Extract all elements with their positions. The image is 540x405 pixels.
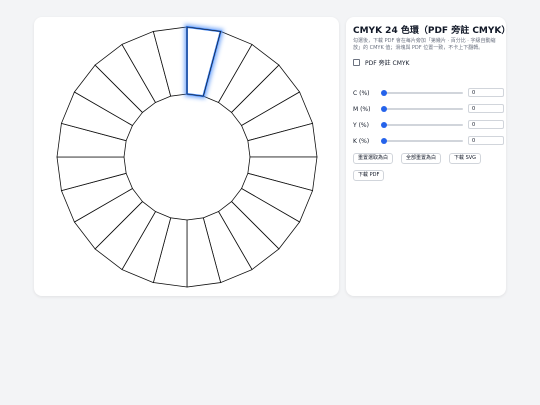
slider-row-m: M (%) bbox=[353, 104, 463, 114]
panel-description: 勾選後，下載 PDF 會在每片旁加「第幾片 · 百分比 · 字級自動縮放」的 C… bbox=[353, 38, 496, 51]
slider-m[interactable] bbox=[381, 106, 463, 112]
color-wheel-card bbox=[34, 17, 339, 296]
slider-label-m: M (%) bbox=[353, 105, 371, 113]
annotate-label: PDF 旁註 CMYK bbox=[365, 60, 410, 67]
slider-k[interactable] bbox=[381, 138, 463, 144]
input-k[interactable]: 0 bbox=[468, 136, 504, 145]
download-svg-button[interactable]: 下載 SVG bbox=[449, 153, 482, 164]
download-pdf-button[interactable]: 下載 PDF bbox=[353, 170, 385, 181]
slider-c[interactable] bbox=[381, 90, 463, 96]
slider-k-thumb[interactable] bbox=[381, 138, 387, 144]
slider-c-thumb[interactable] bbox=[381, 90, 387, 96]
reset-selected-button[interactable]: 重置選取為白 bbox=[353, 153, 394, 164]
input-m[interactable]: 0 bbox=[468, 104, 504, 113]
slider-label-k: K (%) bbox=[353, 137, 370, 145]
slider-m-thumb[interactable] bbox=[381, 106, 387, 112]
slider-row-c: C (%) bbox=[353, 88, 463, 98]
input-y[interactable]: 0 bbox=[468, 120, 504, 129]
slider-y[interactable] bbox=[381, 122, 463, 128]
input-c[interactable]: 0 bbox=[468, 88, 504, 97]
slider-y-thumb[interactable] bbox=[381, 122, 387, 128]
panel-title: CMYK 24 色環（PDF 旁註 CMYK） bbox=[353, 26, 511, 36]
slider-label-c: C (%) bbox=[353, 89, 370, 97]
slider-row-k: K (%) bbox=[353, 136, 463, 146]
annotate-cmyk-toggle[interactable]: PDF 旁註 CMYK bbox=[353, 58, 409, 67]
annotate-checkbox[interactable] bbox=[353, 59, 360, 66]
color-wheel[interactable] bbox=[34, 17, 339, 296]
control-panel: CMYK 24 色環（PDF 旁註 CMYK） 勾選後，下載 PDF 會在每片旁… bbox=[346, 17, 510, 296]
reset-all-button[interactable]: 全部重置為白 bbox=[401, 153, 442, 164]
slider-label-y: Y (%) bbox=[353, 121, 369, 129]
slider-row-y: Y (%) bbox=[353, 120, 463, 130]
